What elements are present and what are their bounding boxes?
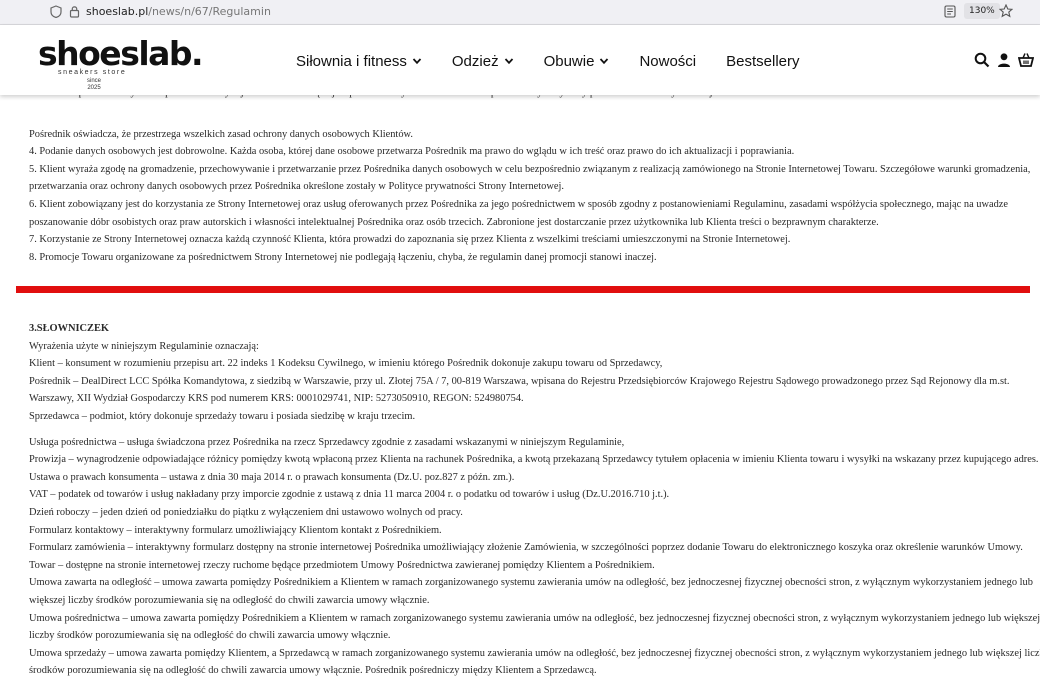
- nav-item-label: Nowości: [639, 52, 697, 70]
- paragraph-line: Umowa zawarta na odległość – umowa zawar…: [29, 577, 1033, 589]
- paragraph-line: Dzień roboczy – jeden dzień od poniedzia…: [29, 506, 463, 518]
- paragraph-line: Pośrednik – DealDirect LCC Spółka Komand…: [29, 375, 1010, 387]
- search-icon[interactable]: [974, 52, 990, 68]
- cart-icon[interactable]: [1018, 52, 1034, 68]
- logo-since: since 2025: [87, 78, 101, 92]
- paragraph-line: środków porozumiewania się na odległość …: [29, 665, 597, 677]
- chevron-down-icon: [600, 58, 609, 65]
- section-heading: 3.SŁOWNICZEK: [29, 323, 109, 334]
- header-icons: [974, 52, 1040, 68]
- paragraph-line: 4. Podanie danych osobowych jest dobrowo…: [29, 146, 795, 158]
- paragraph-line: Usługa pośrednictwa – usługa świadczona …: [29, 436, 625, 448]
- logo-since-label: since: [87, 78, 102, 84]
- logo-brand: shoeslab.: [38, 34, 204, 73]
- logo-since-year: 2025: [87, 85, 101, 91]
- nav-item-bestsellery[interactable]: Bestsellery: [726, 50, 799, 72]
- paragraph-line: przetwarzania oraz ochrony danych osobow…: [29, 181, 564, 193]
- paragraph-line: większej liczby środków porozumiewania s…: [29, 594, 430, 606]
- nav-item-label: Siłownia i fitness: [296, 52, 407, 70]
- nav-item-odziez[interactable]: Odzież: [452, 50, 514, 72]
- paragraph-line: Formularz zamówienia – interaktywny form…: [29, 542, 1023, 554]
- browser-address-bar: shoeslab.pl/news/n/67/Regulamin 130%: [0, 0, 1040, 25]
- glossary-section: 3.SŁOWNICZEK Wyrażenia użyte w niniejszy…: [29, 320, 1040, 680]
- paragraph-line: poszanowanie dóbr osobistych oraz praw a…: [29, 216, 879, 228]
- nav-item-nowosci[interactable]: Nowości: [639, 50, 696, 72]
- user-icon[interactable]: [996, 52, 1012, 68]
- paragraph-line: Formularz kontaktowy – interaktywny form…: [29, 524, 442, 536]
- paragraph-line: liczby środków porozumiewania się na odl…: [29, 630, 391, 642]
- chevron-down-icon: [504, 58, 513, 65]
- paragraph-line: Klient – konsument w rozumieniu przepisu…: [29, 358, 663, 370]
- nav-item-label: Bestsellery: [726, 52, 800, 70]
- bookmark-star-icon[interactable]: [999, 4, 1013, 18]
- paragraph-line: VAT – podatek od towarów i usług nakłada…: [29, 489, 670, 501]
- paragraph-line: 7. Korzystanie ze Strony Internetowej oz…: [29, 234, 791, 246]
- paragraph-line: Warszawy, XII Wydział Gospodarczy KRS po…: [29, 393, 524, 405]
- paragraph-line: Prowizja – wynagrodzenie odpowiadające r…: [29, 454, 1039, 466]
- chevron-down-icon: [412, 58, 422, 65]
- logo-tagline: sneakers store: [58, 69, 127, 76]
- paragraph-line: 6. Klient zobowiązany jest do korzystani…: [29, 198, 1009, 210]
- paragraph-line: Pośrednik oświadcza, że przestrzega wsze…: [29, 128, 413, 140]
- paragraph-line: Sprzedawca – podmiot, który dokonuje spr…: [29, 410, 416, 422]
- main-nav: Siłownia i fitness Odzież Obuwie Nowości…: [296, 50, 829, 72]
- url-host: shoeslab.pl: [86, 5, 149, 18]
- logo[interactable]: shoeslab. sneakers store since 2025: [38, 37, 204, 93]
- paragraph-line: Wyrażenia użyte w niniejszym Regulaminie…: [29, 340, 259, 352]
- url-path: /news/n/67/Regulamin: [148, 5, 271, 18]
- site-header: shoeslab. sneakers store since 2025 Siło…: [0, 25, 1040, 95]
- paragraph-line: 8. Promocje Towaru organizowane za pośre…: [29, 251, 657, 263]
- nav-item-silownia[interactable]: Siłownia i fitness: [296, 50, 422, 72]
- lock-icon[interactable]: [69, 5, 80, 18]
- url-field[interactable]: shoeslab.pl/news/n/67/Regulamin: [86, 5, 271, 18]
- paragraph-line: Towar – dostępne na stronie internetowej…: [29, 559, 655, 571]
- nav-item-label: Obuwie: [543, 52, 595, 70]
- paragraph-line: Ustawa o prawach konsumenta – ustawa z d…: [29, 471, 515, 483]
- shield-icon[interactable]: [50, 5, 62, 18]
- paragraph-line: Umowa pośrednictwa – umowa zawarta pomię…: [29, 612, 1040, 624]
- section-divider: [16, 286, 1030, 293]
- zoom-level-button[interactable]: 130%: [964, 3, 1000, 19]
- paragraph-line: 5. Klient wyraża zgodę na gromadzenie, p…: [29, 163, 1031, 175]
- privacy-section: 2.16 Towar przeznaczony w sklepie intern…: [29, 84, 1039, 266]
- nav-item-obuwie[interactable]: Obuwie: [544, 50, 610, 72]
- paragraph-line: Umowa sprzedaży – umowa zawarta pomiędzy…: [29, 647, 1040, 659]
- reader-view-icon[interactable]: [944, 5, 956, 18]
- nav-item-label: Odzież: [451, 52, 499, 70]
